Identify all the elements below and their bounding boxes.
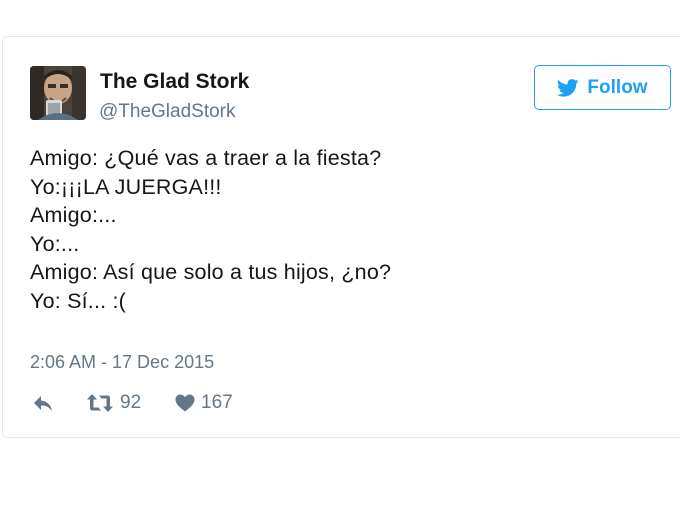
twitter-bird-icon: [557, 78, 579, 97]
retweet-button[interactable]: 92: [86, 392, 141, 414]
author-handle[interactable]: @TheGladStork: [99, 101, 236, 123]
tweet-actions: 92 167: [30, 392, 330, 416]
tweet-line: Amigo: ¿Qué vas a traer a la fiesta?: [30, 146, 382, 170]
tweet-card: The Glad Stork @TheGladStork Follow Amig…: [2, 36, 680, 438]
author-name[interactable]: The Glad Stork: [100, 70, 249, 94]
avatar-photo: [30, 66, 86, 120]
tweet-text: Amigo: ¿Qué vas a traer a la fiesta? Yo:…: [30, 144, 391, 316]
reply-button[interactable]: [32, 394, 54, 412]
reply-icon: [34, 396, 52, 411]
heart-icon: [175, 394, 195, 412]
avatar[interactable]: [30, 66, 86, 120]
follow-button[interactable]: Follow: [534, 65, 671, 110]
tweet-line: Yo: Sí... :(: [30, 288, 127, 313]
follow-label: Follow: [587, 76, 648, 98]
retweet-count: 92: [120, 392, 142, 413]
like-button[interactable]: 167: [175, 392, 233, 414]
tweet-line: Yo:¡¡¡LA JUERGA!!!: [30, 174, 222, 199]
like-count: 167: [201, 392, 233, 413]
retweet-icon: [87, 394, 113, 412]
tweet-line: Amigo: Así que solo a tus hijos, ¿no?: [30, 260, 392, 285]
tweet-timestamp[interactable]: 2:06 AM - 17 Dec 2015: [30, 352, 214, 373]
tweet-line: Yo:...: [30, 231, 80, 256]
tweet-line: Amigo:...: [30, 203, 117, 228]
